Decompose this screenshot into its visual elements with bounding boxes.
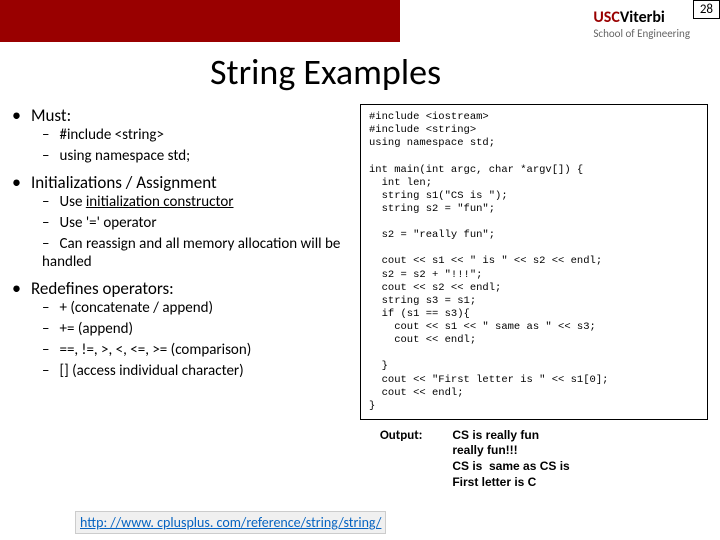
logo-sub: School of Engineering	[593, 27, 690, 40]
bullet-must: Must: #include <string> using namespace …	[12, 104, 360, 165]
dash-namespace: using namespace std;	[42, 147, 360, 165]
dash-brackets-text: [] (access individual character)	[59, 362, 243, 380]
dash-namespace-text: using namespace std;	[59, 147, 190, 165]
bullet-redefines: Redefines operators: + (concatenate / ap…	[12, 277, 360, 380]
usc-logo: USCViterbi School of Engineering	[593, 8, 690, 40]
bullet-init-text: Initializations / Assignment	[31, 172, 217, 193]
dash-reassign-text: Can reassign and all memory allocation w…	[42, 235, 340, 271]
page-number: 28	[693, 0, 720, 19]
right-column: #include <iostream> #include <string> us…	[360, 104, 708, 490]
slide-title: String Examples	[0, 42, 720, 104]
dash-brackets: [] (access individual character)	[42, 362, 360, 380]
content-area: Must: #include <string> using namespace …	[0, 104, 720, 490]
footer-link[interactable]: http: //www. cplusplus. com/reference/st…	[75, 511, 386, 534]
dash-constructor-a: Use	[59, 193, 85, 211]
dash-compare-text: ==, !=, >, <, <=, >= (comparison)	[59, 341, 251, 359]
output-text: CS is really fun really fun!!! CS is sam…	[452, 428, 569, 490]
dash-include: #include <string>	[42, 126, 360, 144]
bullet-redefines-text: Redefines operators:	[31, 278, 174, 299]
dash-include-text: #include <string>	[59, 126, 163, 144]
bullet-init: Initializations / Assignment Use initial…	[12, 171, 360, 271]
bullet-must-text: Must:	[31, 105, 71, 126]
dash-pluseq: += (append)	[42, 320, 360, 338]
left-column: Must: #include <string> using namespace …	[12, 104, 360, 490]
dash-equals-text: Use '=' operator	[59, 214, 156, 232]
red-bar	[0, 0, 400, 42]
output-label: Output:	[380, 428, 422, 490]
output-row: Output: CS is really fun really fun!!! C…	[360, 428, 708, 490]
dash-constructor: Use initialization constructor	[42, 193, 360, 211]
dash-reassign: Can reassign and all memory allocation w…	[42, 235, 360, 271]
dash-compare: ==, !=, >, <, <=, >= (comparison)	[42, 341, 360, 359]
dash-equals: Use '=' operator	[42, 214, 360, 232]
dash-plus: + (concatenate / append)	[42, 299, 360, 317]
dash-constructor-b: initialization constructor	[86, 193, 234, 211]
logo-viterbi: Viterbi	[620, 8, 665, 27]
header-band: 28 USCViterbi School of Engineering	[0, 0, 720, 42]
logo-usc: USC	[593, 8, 619, 27]
code-box: #include <iostream> #include <string> us…	[360, 104, 708, 420]
dash-plus-text: + (concatenate / append)	[59, 299, 213, 317]
dash-pluseq-text: += (append)	[59, 320, 133, 338]
